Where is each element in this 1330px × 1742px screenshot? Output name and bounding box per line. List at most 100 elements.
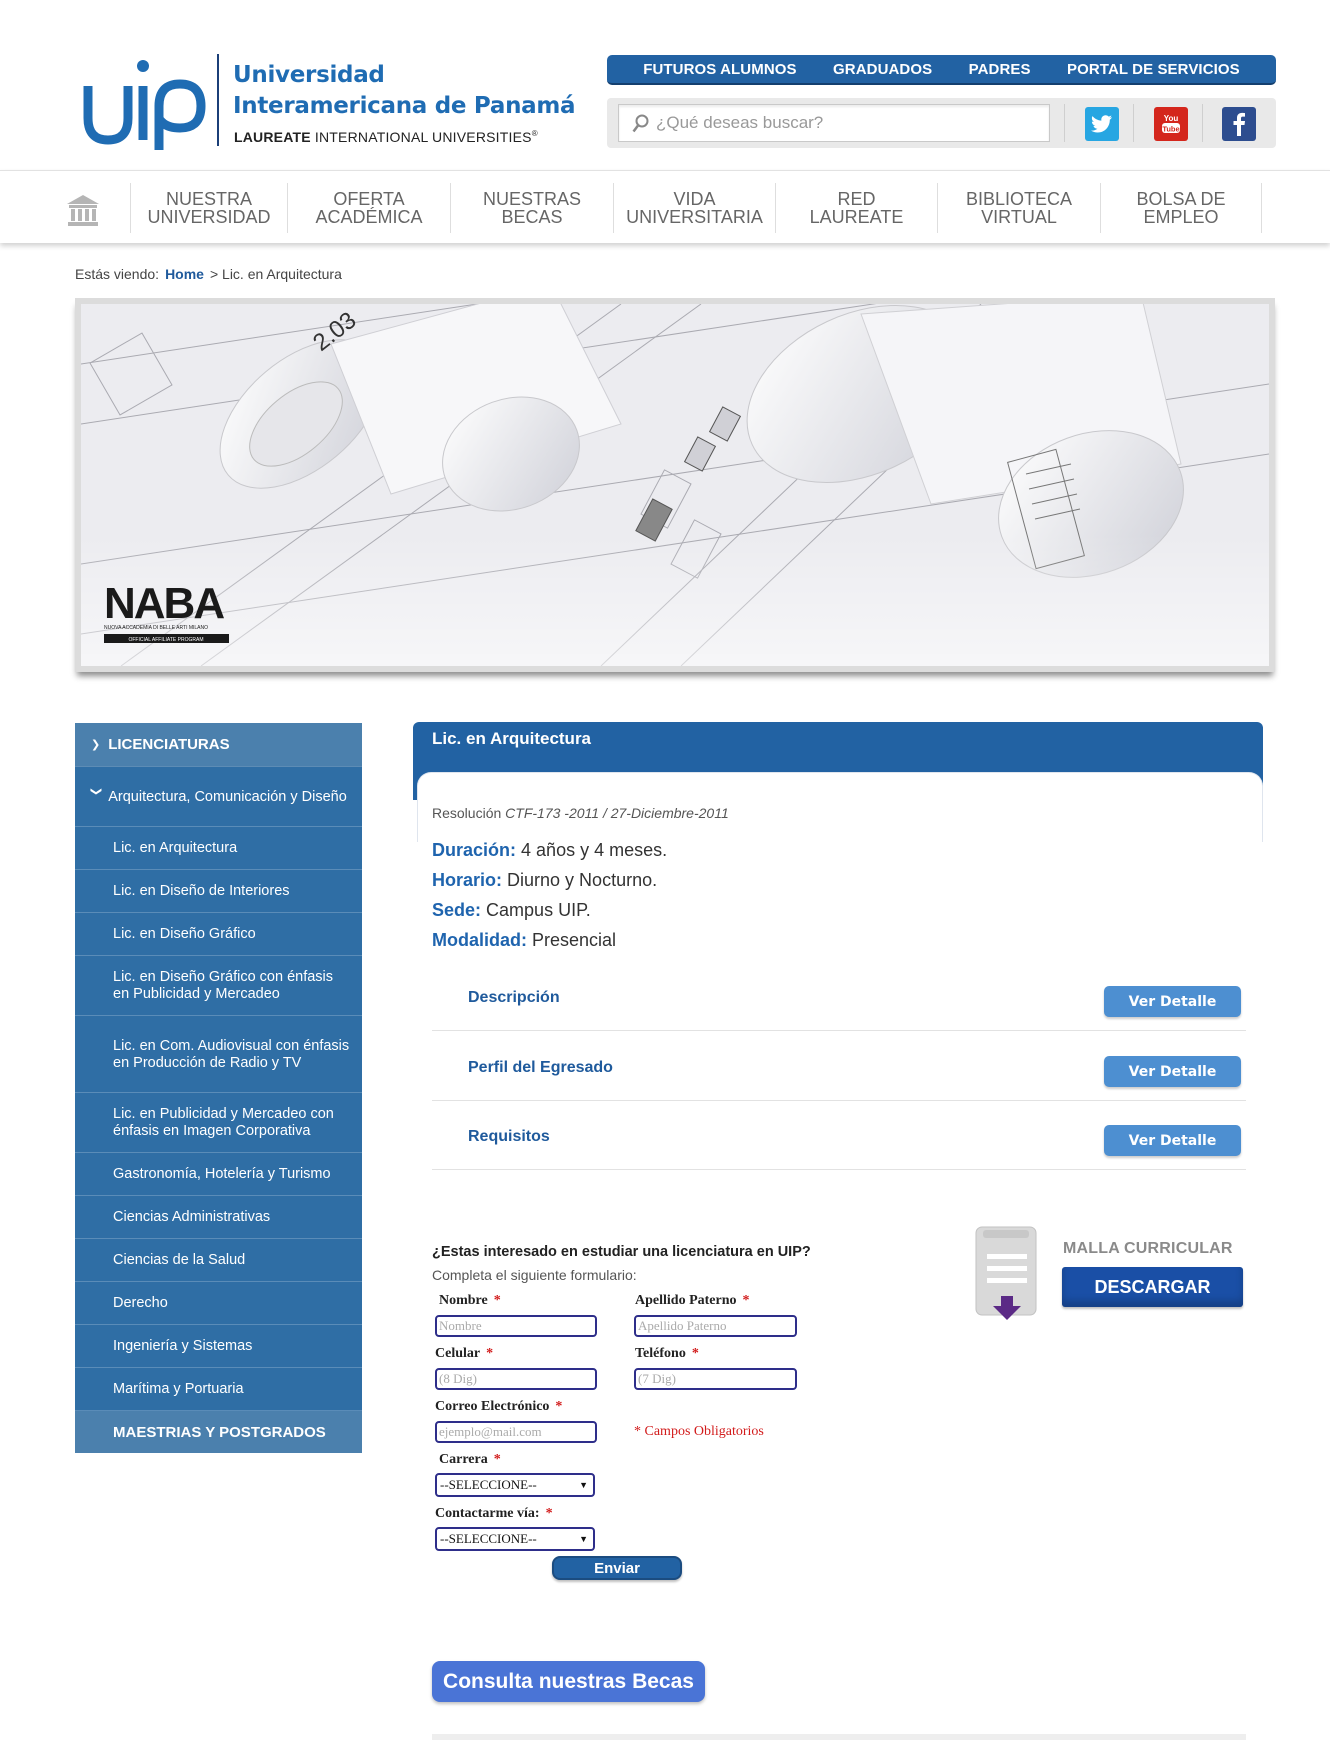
top-link-portal-servicios[interactable]: PORTAL DE SERVICIOS [1067,61,1240,78]
sidebar-item-maritima-portuaria[interactable]: Marítima y Portuaria [75,1368,362,1411]
carrera-label: Carrera * [439,1452,501,1467]
ver-detalle-descripcion-button[interactable]: Ver Detalle [1104,986,1241,1017]
separator [1202,104,1203,142]
sidebar-item-com-audiovisual[interactable]: Lic. en Com. Audiovisual con énfasis en … [75,1016,362,1093]
telefono-label: Teléfono * [635,1346,699,1361]
youtube-icon[interactable]: You Tube [1154,107,1188,141]
detail-label-requisitos: Requisitos [468,1128,550,1145]
descargar-button[interactable]: DESCARGAR [1062,1267,1243,1307]
nav-nuestras-becas[interactable]: NUESTRAS BECAS [450,183,613,233]
naba-partner-logo[interactable]: NABA NUOVA ACCADEMIA DI BELLE ARTI MILAN… [103,574,231,648]
info-modalidad: Modalidad: Presencial [432,930,617,950]
blueprint-rolls-image: 2.03 [81,304,1269,666]
top-link-padres[interactable]: PADRES [969,61,1031,78]
search-bar: You Tube [607,98,1276,148]
sidebar-item-diseno-grafico-publicidad[interactable]: Lic. en Diseño Gráfico con énfasis en Pu… [75,956,362,1016]
sidebar-group-arquitectura[interactable]: ❯ Arquitectura, Comunicación y Diseño [75,767,362,827]
svg-text:You: You [1164,114,1179,123]
sidebar-head-licenciaturas[interactable]: ❯ LICENCIATURAS [75,723,362,767]
sidebar-group-label: Arquitectura, Comunicación y Diseño [108,788,347,805]
required-note: * Campos Obligatorios [634,1424,764,1439]
info-horario: Horario: Diurno y Nocturno. [432,870,658,890]
celular-label: Celular * [435,1346,494,1361]
ver-detalle-requisitos-button[interactable]: Ver Detalle [1104,1125,1241,1156]
document-download-icon[interactable] [975,1226,1039,1326]
logo-divider [217,54,219,146]
top-navigation: FUTUROS ALUMNOS GRADUADOS PADRES PORTAL … [607,55,1276,85]
uip-logo[interactable] [82,58,208,150]
svg-text:OFFICIAL AFFILIATE PROGRAM: OFFICIAL AFFILIATE PROGRAM [128,637,203,643]
sidebar-item-derecho[interactable]: Derecho [75,1282,362,1325]
sidebar-item-ingenieria-sistemas[interactable]: Ingeniería y Sistemas [75,1325,362,1368]
sidebar-item-diseno-grafico[interactable]: Lic. en Diseño Gráfico [75,913,362,956]
nav-red-laureate[interactable]: RED LAUREATE [775,183,937,233]
sidebar-item-ciencias-salud[interactable]: Ciencias de la Salud [75,1239,362,1282]
correo-label: Correo Electrónico * [435,1399,563,1414]
top-link-graduados[interactable]: GRADUADOS [833,61,932,78]
program-title: Lic. en Arquitectura [432,729,592,748]
enviar-button[interactable]: Enviar [552,1556,682,1580]
program-banner: 2.03 NABA NUOVA ACCADEMIA DI BELLE ARTI … [75,298,1275,672]
top-link-futuros-alumnos[interactable]: FUTUROS ALUMNOS [643,61,796,78]
detail-row-perfil: Perfil del Egresado Ver Detalle [432,1031,1246,1101]
telefono-field[interactable] [634,1368,797,1390]
sidebar-item-gastronomia[interactable]: Gastronomía, Hotelería y Turismo [75,1153,362,1196]
main-navigation: NUESTRA UNIVERSIDAD OFERTA ACADÉMICA NUEST… [0,170,1330,243]
resolution: Resolución CTF-173 -2011 / 27-Diciembre-… [432,805,729,821]
sidebar-item-ciencias-administrativas[interactable]: Ciencias Administrativas [75,1196,362,1239]
carrera-select-value: --SELECCIONE-- [440,1477,537,1492]
home-building-icon[interactable] [66,193,100,227]
nav-oferta-academica[interactable]: OFERTA ACADÉMICA [287,183,450,233]
breadcrumb-prefix: Estás viendo: [75,266,160,282]
search-box [618,104,1050,142]
contacto-select-value: --SELECCIONE-- [440,1531,537,1546]
separator [1064,104,1065,142]
info-sede: Sede: Campus UIP. [432,900,591,920]
celular-field[interactable] [435,1368,597,1390]
search-input[interactable] [656,113,1036,133]
university-name-line2: Interamericana de Panamá [233,93,576,119]
apellido-label: Apellido Paterno * [635,1293,750,1308]
info-duracion: Duración: 4 años y 4 meses. [432,840,668,860]
apellido-field[interactable] [634,1315,797,1337]
breadcrumb: Estás viendo: Home > Lic. en Arquitectura [75,266,342,282]
laureate-tagline: LAUREATE INTERNATIONAL UNIVERSITIES® [234,129,538,145]
nav-biblioteca-virtual[interactable]: BIBLIOTECA VIRTUAL [937,183,1100,233]
detail-row-requisitos: Requisitos Ver Detalle [432,1100,1246,1170]
nombre-field[interactable] [435,1315,597,1337]
form-question: ¿Estas interesado en estudiar una licenc… [432,1244,811,1260]
breadcrumb-home-link[interactable]: Home [165,266,204,282]
nombre-label: Nombre * [439,1293,501,1308]
nav-bolsa-empleo[interactable]: BOLSA DE EMPLEO [1100,183,1262,233]
sidebar-item-diseno-interiores[interactable]: Lic. en Diseño de Interiores [75,870,362,913]
svg-text:Tube: Tube [1162,125,1179,134]
chevron-down-icon: ❯ [91,739,101,751]
nav-vida-universitaria[interactable]: VIDA UNIVERSITARIA [613,183,775,233]
form-subtitle: Completa el siguiente formulario: [432,1267,637,1283]
separator [1133,104,1134,142]
chevron-down-icon: ❯ [90,786,103,797]
dropdown-arrow-icon: ▼ [579,1534,588,1544]
sidebar-maestrias-postgrados[interactable]: MAESTRIAS Y POSTGRADOS [75,1411,362,1453]
nav-nuestra-universidad[interactable]: NUESTRA UNIVERSIDAD [130,183,287,233]
ver-detalle-perfil-button[interactable]: Ver Detalle [1104,1056,1241,1087]
search-icon [632,114,649,132]
sidebar-menu: ❯ LICENCIATURAS ❯ Arquitectura, Comunicaci… [75,723,362,1453]
twitter-icon[interactable] [1085,107,1119,141]
detail-row-descripcion: Descripción Ver Detalle [432,961,1246,1031]
bottom-divider [432,1734,1246,1740]
dropdown-arrow-icon: ▼ [579,1480,588,1490]
correo-field[interactable] [435,1421,597,1443]
facebook-icon[interactable] [1222,107,1256,141]
university-name-line1: Universidad [233,62,385,88]
carrera-select[interactable]: --SELECCIONE-- ▼ [435,1473,595,1497]
breadcrumb-current: > Lic. en Arquitectura [209,266,342,282]
sidebar-item-arquitectura[interactable]: Lic. en Arquitectura [75,827,362,870]
sidebar-item-publicidad-mercadeo[interactable]: Lic. en Publicidad y Mercadeo con énfasi… [75,1093,362,1153]
sidebar-head-label: LICENCIATURAS [108,736,230,753]
malla-curricular-label: MALLA CURRICULAR [1063,1240,1233,1257]
consulta-becas-button[interactable]: Consulta nuestras Becas [432,1661,705,1702]
contacto-select[interactable]: --SELECCIONE-- ▼ [435,1527,595,1551]
contacto-label: Contactarme vía: * [435,1506,553,1521]
svg-text:NABA: NABA [104,579,224,628]
